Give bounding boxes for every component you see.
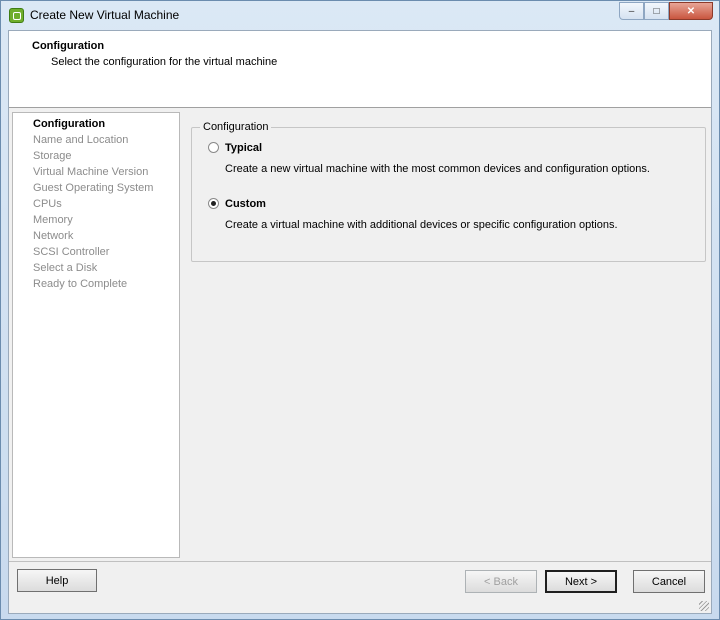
step-ready-to-complete: Ready to Complete <box>33 278 128 290</box>
app-icon <box>9 8 24 23</box>
typical-radio[interactable] <box>208 142 219 153</box>
step-cpus: CPUs <box>33 198 62 210</box>
step-configuration[interactable]: Configuration <box>33 118 105 130</box>
step-vm-version: Virtual Machine Version <box>33 166 149 178</box>
next-button[interactable]: Next > <box>545 570 617 593</box>
window-title: Create New Virtual Machine <box>30 8 180 22</box>
step-network: Network <box>33 230 74 242</box>
close-icon[interactable]: ✕ <box>669 2 713 20</box>
typical-label[interactable]: Typical <box>225 142 262 154</box>
wizard-header: Configuration Select the configuration f… <box>9 31 711 108</box>
step-scsi-controller: SCSI Controller <box>33 246 110 258</box>
configuration-group: Configuration Typical Create a new virtu… <box>191 121 706 262</box>
step-storage: Storage <box>33 150 72 162</box>
help-button[interactable]: Help <box>17 569 97 592</box>
title-bar[interactable]: Create New Virtual Machine – □ ✕ <box>1 1 719 30</box>
wizard-window: Create New Virtual Machine – □ ✕ Configu… <box>0 0 720 620</box>
wizard-steps: Configuration Name and Location Storage … <box>12 112 180 558</box>
cancel-button[interactable]: Cancel <box>633 570 705 593</box>
back-button[interactable]: < Back <box>465 570 537 593</box>
custom-description: Create a virtual machine with additional… <box>225 219 618 231</box>
custom-radio[interactable] <box>208 198 219 209</box>
typical-description: Create a new virtual machine with the mo… <box>225 163 650 175</box>
minimize-icon[interactable]: – <box>619 2 644 20</box>
page-subtitle: Select the configuration for the virtual… <box>51 56 278 68</box>
page-title: Configuration <box>32 40 105 52</box>
radio-selected-dot <box>211 201 216 206</box>
resize-grip-icon[interactable] <box>699 601 709 611</box>
step-select-disk: Select a Disk <box>33 262 98 274</box>
maximize-icon[interactable]: □ <box>644 2 669 20</box>
wizard-body: Configuration Select the configuration f… <box>8 30 712 614</box>
step-guest-os: Guest Operating System <box>33 182 154 194</box>
footer-divider <box>9 561 711 562</box>
step-memory: Memory <box>33 214 73 226</box>
window-controls: – □ ✕ <box>619 2 713 21</box>
group-title: Configuration <box>200 121 272 133</box>
custom-label[interactable]: Custom <box>225 198 266 210</box>
step-name-and-location: Name and Location <box>33 134 129 146</box>
